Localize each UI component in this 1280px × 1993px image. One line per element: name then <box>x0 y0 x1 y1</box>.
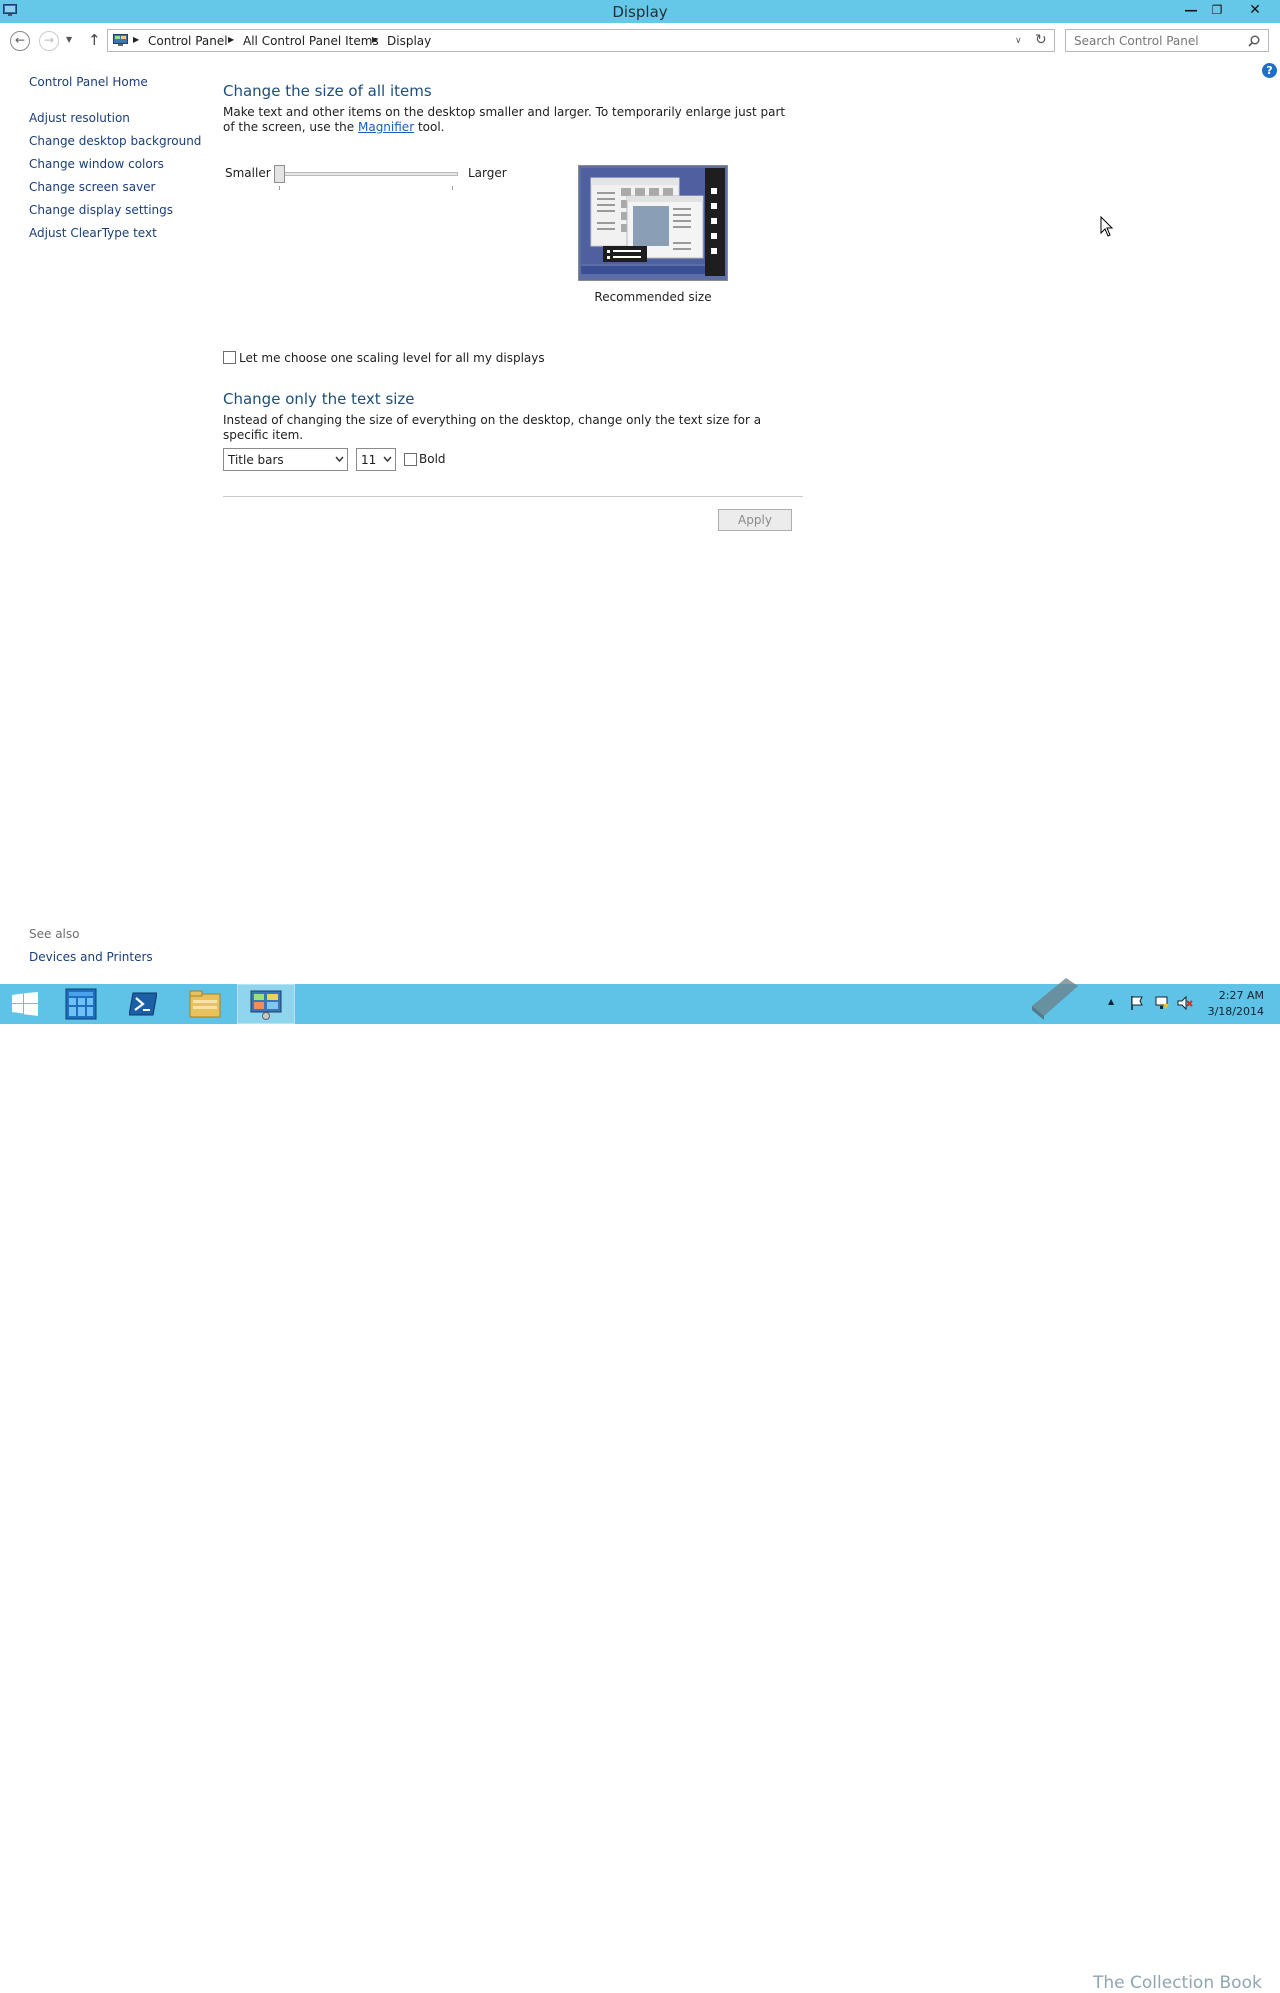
slider-smaller-label: Smaller <box>225 166 271 180</box>
recommended-size-caption: Recommended size <box>594 290 712 304</box>
scaling-level-label[interactable]: Let me choose one scaling level for all … <box>239 351 545 365</box>
display-preview-image <box>578 165 728 281</box>
text-item-select[interactable]: Title bars <box>223 448 348 471</box>
taskbar: The Collection Book ▲ 2:27 AM 3/18/2014 <box>0 978 1280 1993</box>
see-also-label: See also <box>29 927 80 941</box>
size-slider-track[interactable] <box>277 172 458 176</box>
arrow-right-icon: → <box>43 33 55 47</box>
control-panel-taskbar-icon <box>250 990 282 1020</box>
chevron-down-icon <box>383 456 392 463</box>
show-hidden-icons-icon[interactable]: ▲ <box>1108 997 1114 1006</box>
size-section-description: Make text and other items on the desktop… <box>223 105 793 135</box>
devices-and-printers-link[interactable]: Devices and Printers <box>29 950 153 964</box>
address-box[interactable]: ▶ Control Panel ▶ All Control Panel Item… <box>107 29 1055 52</box>
scaling-level-checkbox[interactable] <box>223 351 236 364</box>
title-bar: Display ― ❐ ✕ <box>0 0 1280 23</box>
clock-time: 2:27 AM <box>1218 989 1264 1002</box>
window-title: Display <box>612 3 668 21</box>
up-arrow-icon[interactable]: ↑ <box>88 31 101 49</box>
slider-larger-label: Larger <box>468 166 507 180</box>
text-item-select-value: Title bars <box>228 453 284 467</box>
arrow-left-icon: ← <box>14 33 26 47</box>
restore-button[interactable]: ❐ <box>1204 0 1230 20</box>
slider-tick <box>279 186 280 190</box>
address-bar-row: ← → ▼ ↑ ▶ Control Panel ▶ All Control Pa… <box>0 28 1280 54</box>
size-desc-text: Make text and other items on the desktop… <box>223 105 786 134</box>
control-panel-home-link[interactable]: Control Panel Home <box>29 75 148 89</box>
recent-pages-dropdown-icon[interactable]: ▼ <box>66 35 72 44</box>
windows-logo-icon <box>12 992 38 1016</box>
text-size-heading: Change only the text size <box>223 390 415 408</box>
back-button[interactable]: ← <box>10 31 30 51</box>
sidebar-item-window-colors[interactable]: Change window colors <box>29 157 164 171</box>
section-divider <box>223 496 803 497</box>
mouse-cursor-icon <box>1100 216 1114 237</box>
sidebar-item-cleartype[interactable]: Adjust ClearType text <box>29 226 157 240</box>
sidebar-item-desktop-background[interactable]: Change desktop background <box>29 134 201 148</box>
bold-checkbox[interactable] <box>404 453 417 466</box>
clock-date: 3/18/2014 <box>1207 1005 1264 1018</box>
breadcrumb-control-panel[interactable]: Control Panel <box>148 34 228 48</box>
magnifier-link[interactable]: Magnifier <box>358 120 414 134</box>
taskbar-powershell[interactable] <box>114 984 172 1024</box>
address-history-dropdown-icon[interactable]: ∨ <box>1015 36 1022 46</box>
search-box <box>1065 29 1269 52</box>
close-button[interactable]: ✕ <box>1232 0 1278 20</box>
search-icon[interactable] <box>1248 35 1260 47</box>
breadcrumb-separator-icon: ▶ <box>133 35 140 44</box>
text-size-select[interactable]: 11 <box>356 448 396 471</box>
start-button[interactable] <box>0 984 58 1024</box>
bold-label[interactable]: Bold <box>419 452 446 466</box>
size-slider-thumb[interactable] <box>274 165 285 183</box>
sidebar-item-display-settings[interactable]: Change display settings <box>29 203 173 217</box>
breadcrumb-separator-icon: ▶ <box>372 35 379 44</box>
breadcrumb-all-items[interactable]: All Control Panel Items <box>243 34 379 48</box>
apply-button[interactable]: Apply <box>718 509 792 531</box>
taskbar-control-panel[interactable] <box>237 984 295 1024</box>
refresh-icon[interactable]: ↻ <box>1035 32 1047 48</box>
network-icon[interactable] <box>1154 995 1170 1011</box>
sidebar-item-screen-saver[interactable]: Change screen saver <box>29 180 156 194</box>
volume-muted-icon[interactable] <box>1177 995 1193 1011</box>
size-section-heading: Change the size of all items <box>223 82 432 100</box>
chevron-down-icon <box>335 456 344 463</box>
control-panel-icon <box>113 34 128 46</box>
search-input[interactable] <box>1066 30 1246 51</box>
size-desc-text-end: tool. <box>414 120 445 134</box>
sidebar-item-adjust-resolution[interactable]: Adjust resolution <box>29 111 130 125</box>
breadcrumb-separator-icon: ▶ <box>228 35 235 44</box>
preview-illustration <box>579 166 727 280</box>
action-center-flag-icon[interactable] <box>1130 995 1144 1011</box>
help-icon[interactable]: ? <box>1262 63 1277 78</box>
slider-tick <box>452 186 453 190</box>
forward-button[interactable]: → <box>39 31 59 51</box>
breadcrumb-display[interactable]: Display <box>387 34 431 48</box>
minimize-button[interactable]: ― <box>1178 0 1204 20</box>
text-size-select-value: 11 <box>361 453 377 467</box>
taskbar-server-manager[interactable] <box>52 984 110 1024</box>
taskbar-file-explorer[interactable] <box>176 984 234 1024</box>
book-watermark-icon <box>1032 978 1078 1020</box>
folder-icon <box>189 990 221 1018</box>
watermark-text: The Collection Book <box>1093 1973 1262 1993</box>
server-manager-icon <box>65 988 97 1020</box>
taskbar-clock[interactable]: 2:27 AM 3/18/2014 <box>1208 988 1264 1020</box>
text-size-description: Instead of changing the size of everythi… <box>223 413 762 442</box>
powershell-icon <box>129 992 157 1016</box>
